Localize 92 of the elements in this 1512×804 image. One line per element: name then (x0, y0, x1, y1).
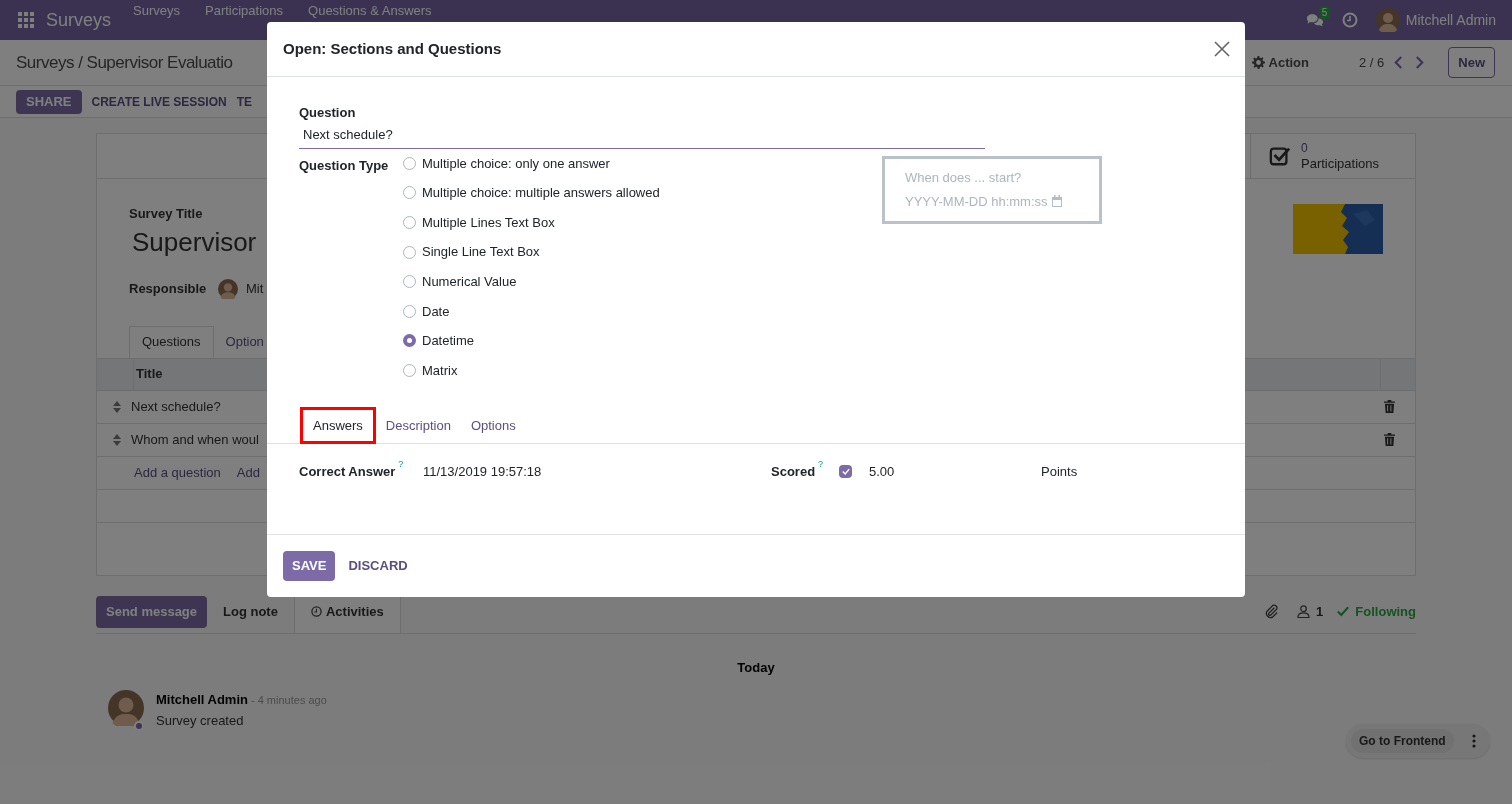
go-to-frontend-button[interactable]: Go to Frontend (1351, 729, 1454, 753)
unit-label: Points (1041, 462, 1078, 481)
app-name[interactable]: Surveys (46, 6, 112, 34)
radio-label[interactable]: Multiple choice: multiple answers allowed (422, 183, 660, 203)
follower-icon[interactable] (1297, 605, 1311, 618)
paperclip-icon[interactable] (1264, 604, 1280, 619)
share-button[interactable]: SHARE (16, 89, 82, 114)
radio-button[interactable] (403, 156, 416, 170)
responsible-avatar (218, 278, 238, 299)
calendar-icon (1050, 195, 1063, 208)
radio-label[interactable]: Single Line Text Box (422, 242, 540, 262)
menu-item[interactable]: Surveys (133, 2, 180, 19)
save-button[interactable]: SAVE (283, 551, 336, 581)
radio-label[interactable]: Multiple choice: only one answer (422, 153, 610, 174)
radio-label[interactable]: Numerical Value (422, 271, 517, 292)
help-mark: ? (398, 457, 404, 471)
trash-icon[interactable] (1384, 433, 1395, 446)
radio-button[interactable] (403, 245, 416, 259)
participations-stat-button[interactable]: 0 Participations (1250, 134, 1415, 178)
following-button[interactable]: Following (1355, 601, 1416, 622)
date-separator: Today (737, 659, 775, 677)
check-icon (1337, 606, 1350, 617)
table-cell-text: Next schedule? (131, 397, 222, 416)
more-icon[interactable] (1471, 734, 1476, 748)
message-count-badge: 5 (1318, 5, 1331, 19)
checkbox-icon (1269, 145, 1291, 167)
user-name[interactable]: Mitchell Admin (1405, 9, 1496, 31)
check-icon (841, 467, 850, 475)
radio-label[interactable]: Datetime (422, 331, 475, 351)
dialog-title: Open: Sections and Questions (283, 38, 502, 59)
activity-clock-icon[interactable] (1341, 12, 1358, 28)
radio-button[interactable] (403, 216, 416, 229)
close-icon[interactable] (1214, 41, 1230, 57)
toolbar-button[interactable]: TE (236, 92, 252, 111)
sort-handle-icon[interactable] (113, 400, 121, 413)
stat-label: Participations (1301, 156, 1380, 171)
menu-item[interactable]: Participations (205, 2, 284, 19)
form-tab[interactable]: Questions (129, 325, 214, 358)
radio-button[interactable] (403, 186, 416, 200)
dialog-tab[interactable]: Answers (300, 407, 376, 445)
toolbar-button[interactable]: CREATE LIVE SESSION (91, 92, 227, 111)
column-header: Title (136, 365, 163, 384)
field-label: Responsible (129, 279, 208, 298)
gear-icon (1251, 56, 1265, 69)
radio-button[interactable] (403, 363, 416, 377)
stat-value: 0 (1301, 141, 1309, 156)
radio-label[interactable]: Multiple Lines Text Box (422, 212, 555, 233)
pager-text: 2 / 6 (1358, 53, 1385, 72)
checkbox[interactable] (839, 464, 852, 478)
question-input-field[interactable]: Next schedule? (299, 122, 985, 149)
message-author: Mitchell Admin (156, 690, 248, 709)
add-link[interactable]: Add (236, 462, 260, 483)
user-avatar (1375, 8, 1400, 32)
radio-button[interactable] (403, 275, 416, 289)
field-label: Correct Answer (299, 462, 396, 481)
follower-count[interactable]: 1 (1316, 601, 1324, 622)
radio-button[interactable] (403, 334, 416, 348)
log-note-button[interactable]: Log note (207, 590, 294, 633)
author-avatar (108, 689, 144, 726)
dialog-tab[interactable]: Options (460, 407, 526, 444)
field-value: 11/13/2019 19:57:18 (423, 462, 543, 481)
sort-handle-icon[interactable] (113, 433, 121, 446)
date-input-field[interactable]: YYYY-MM-DD hh:mm:ss (905, 191, 1063, 211)
field-label: Question (299, 104, 357, 122)
chat-icon[interactable] (1305, 12, 1324, 28)
previous-icon[interactable] (1394, 56, 1404, 69)
responsible-name: Mit (246, 279, 264, 298)
radio-button[interactable] (403, 304, 416, 318)
discard-button[interactable]: DISCARD (348, 556, 408, 576)
breadcrumb: Surveys / Supervisor Evaluatio (16, 51, 233, 74)
next-icon[interactable] (1415, 56, 1425, 69)
score-value: 5.00 (869, 462, 896, 481)
apps-grid-icon[interactable] (18, 12, 34, 28)
preview-label: When does ... start? (905, 169, 1023, 187)
help-mark: ? (818, 457, 824, 471)
message-body: Survey created (156, 712, 245, 730)
clock-icon (310, 606, 322, 617)
radio-label[interactable]: Matrix (422, 360, 458, 381)
table-cell-text: Whom and when woul (131, 430, 260, 449)
field-label: Question Type (299, 156, 390, 175)
add-link[interactable]: Add a question (134, 462, 221, 483)
trash-icon[interactable] (1384, 400, 1395, 413)
input-value: Next schedule? (303, 126, 393, 145)
action-button[interactable]: Action (1251, 52, 1309, 73)
dialog-tab[interactable]: Description (375, 407, 461, 444)
radio-label[interactable]: Date (422, 301, 450, 321)
survey-title: Supervisor (132, 225, 257, 258)
field-label: Scored (771, 462, 816, 481)
new-button[interactable]: New (1448, 47, 1495, 78)
menu-item[interactable]: Questions & Answers (308, 2, 432, 19)
send-message-button[interactable]: Send message (96, 595, 208, 628)
field-label: Survey Title (129, 205, 203, 223)
